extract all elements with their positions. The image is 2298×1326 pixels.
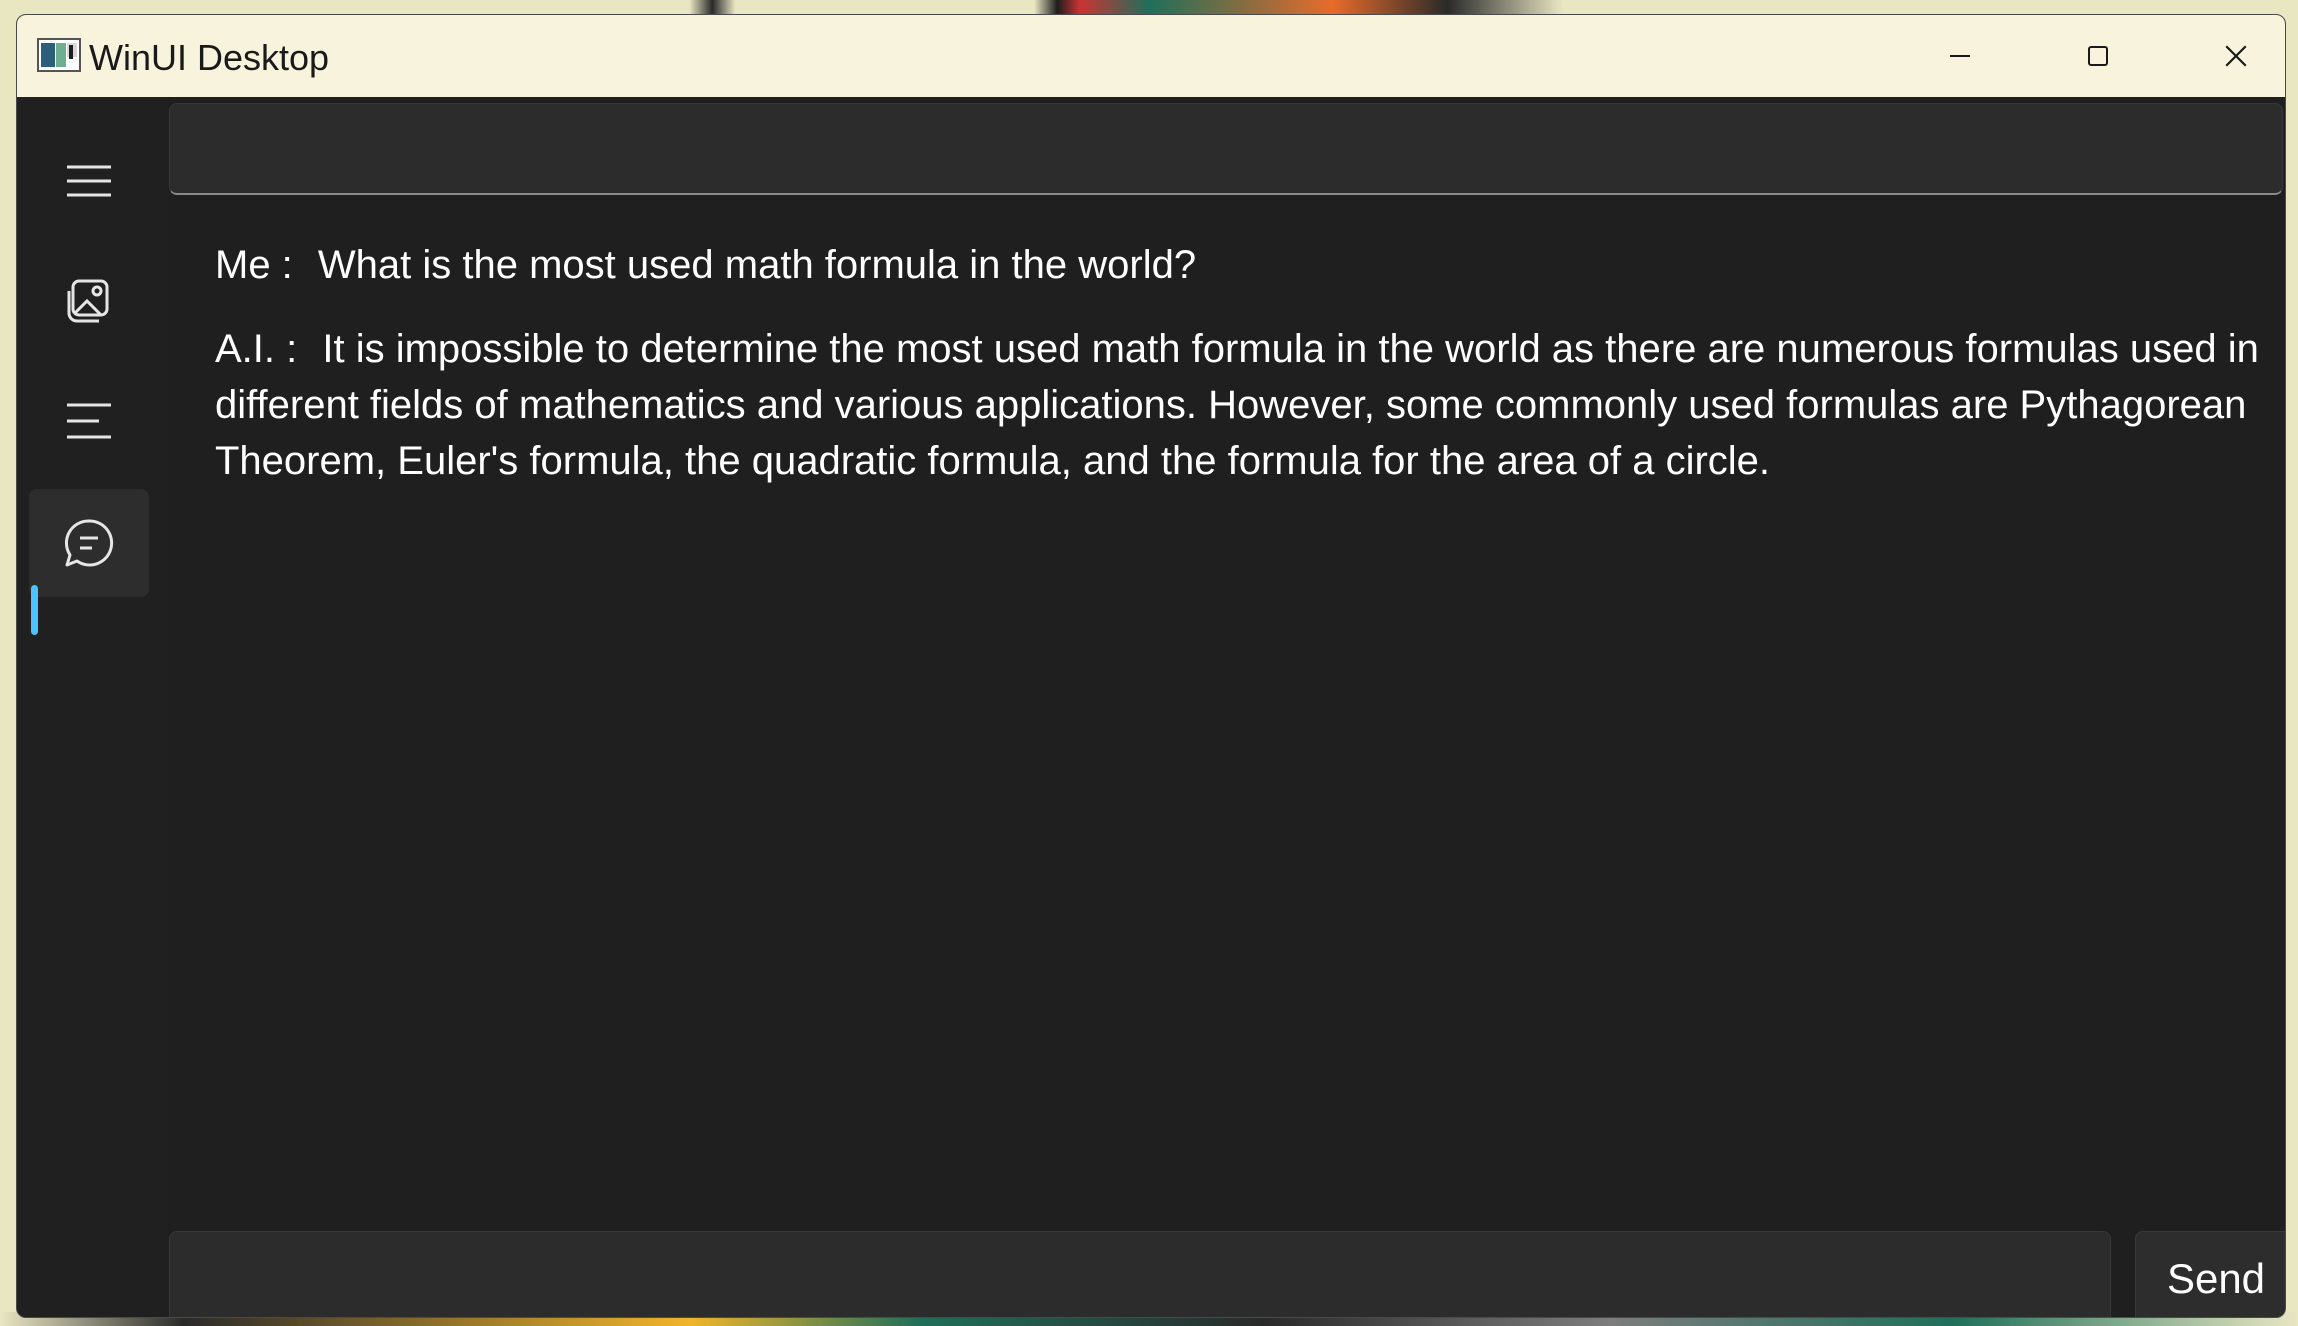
nav-item-text[interactable] xyxy=(29,367,149,475)
title-bar[interactable]: WinUI Desktop xyxy=(17,15,2285,97)
text-lines-icon xyxy=(67,403,111,439)
message-text: What is the most used math formula in th… xyxy=(317,243,1197,287)
message-speaker: A.I. : xyxy=(215,327,298,371)
chat-transcript: Me : What is the most used math formula … xyxy=(215,237,2275,517)
message-input[interactable] xyxy=(169,1231,2111,1317)
selection-indicator xyxy=(31,585,38,635)
send-button[interactable]: Send xyxy=(2135,1231,2285,1317)
app-window: WinUI Desktop Me: What is the most used… xyxy=(16,14,2286,1318)
navigation-pane xyxy=(17,97,167,1317)
image-icon xyxy=(67,279,109,323)
nav-menu-toggle[interactable] xyxy=(29,127,149,235)
app-icon xyxy=(37,38,81,72)
minimize-icon xyxy=(1950,55,1970,57)
chat-message: Me : What is the most used math formula … xyxy=(215,237,2275,293)
hamburger-menu-icon xyxy=(67,165,111,197)
nav-item-chat[interactable] xyxy=(29,489,149,597)
minimize-button[interactable] xyxy=(1891,15,2029,97)
header-text-box[interactable] xyxy=(169,103,2283,195)
close-icon xyxy=(2225,45,2247,67)
chat-message: A.I. : It is impossible to determine the… xyxy=(215,321,2275,489)
close-button[interactable] xyxy=(2167,15,2285,97)
main-content: Me : What is the most used math formula … xyxy=(167,97,2285,1317)
window-title: WinUI Desktop xyxy=(89,37,330,78)
nav-item-images[interactable] xyxy=(29,247,149,355)
chat-icon xyxy=(64,519,114,567)
maximize-icon xyxy=(2088,46,2108,66)
message-text: It is impossible to determine the most u… xyxy=(215,327,2259,483)
desktop-background-right xyxy=(2284,0,2298,1326)
message-speaker: Me : xyxy=(215,243,293,287)
maximize-button[interactable] xyxy=(2029,15,2167,97)
